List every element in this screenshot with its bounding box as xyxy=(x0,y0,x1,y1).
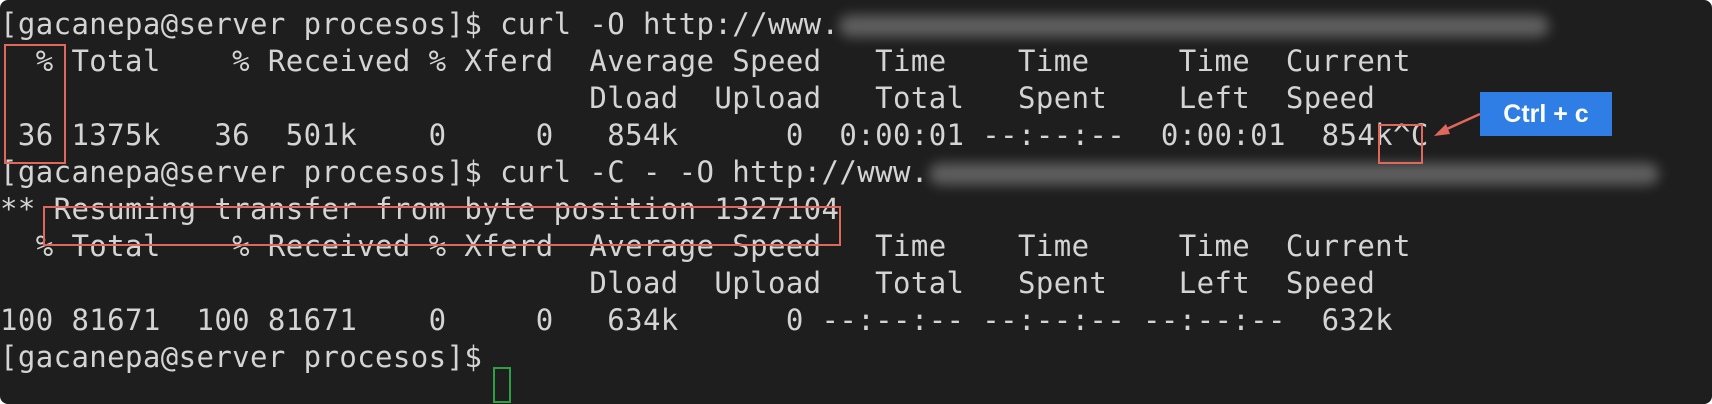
arrow-icon xyxy=(1434,112,1481,136)
terminal-window[interactable]: [gacanepa@server procesos]$ curl -O http… xyxy=(0,0,1712,404)
ctrl-c-badge: Ctrl + c xyxy=(1480,92,1612,136)
